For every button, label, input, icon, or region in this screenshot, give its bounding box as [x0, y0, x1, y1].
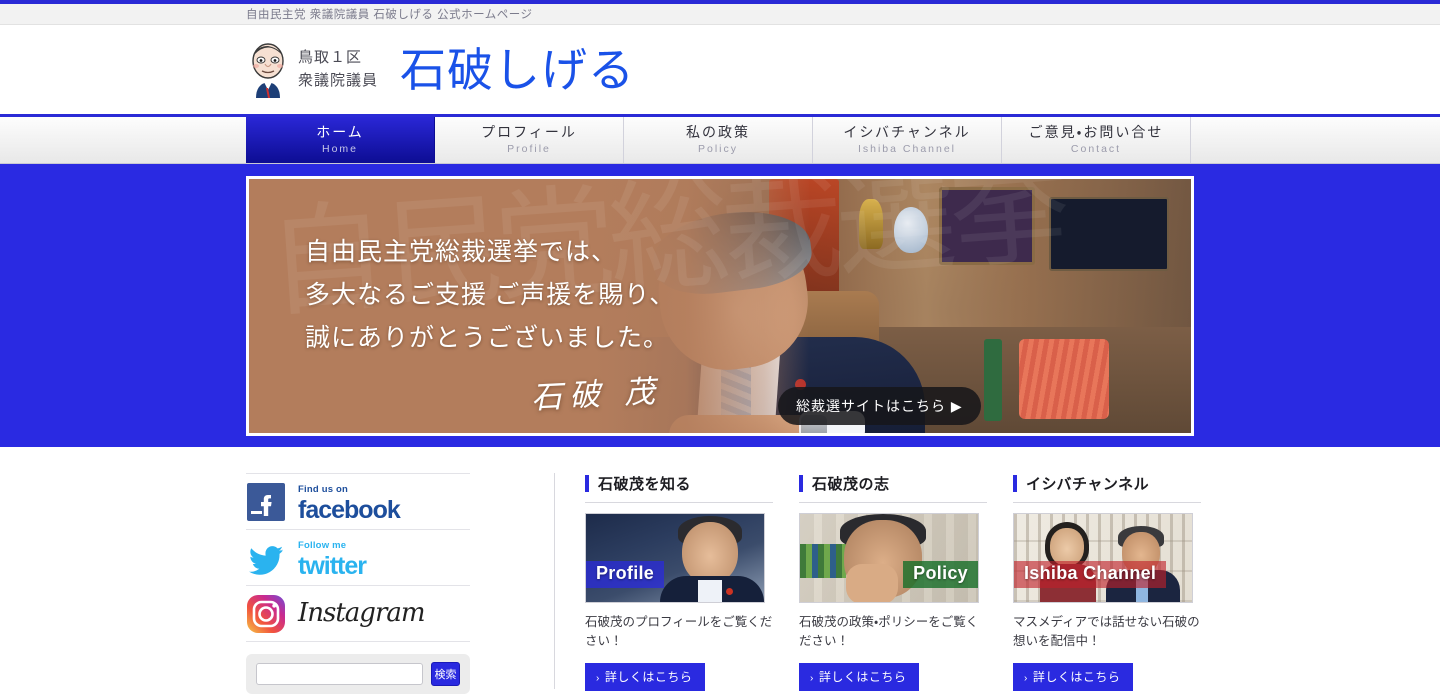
- feature-card-profile: 石破茂を知る Profile 石破茂のプロフィールをご覧ください！ › 詳しくはこ…: [585, 473, 773, 691]
- feature-card-channel-title: イシバチャンネル: [1013, 473, 1201, 503]
- twitter-label: twitter: [298, 551, 367, 580]
- site-tagline: 自由民主党 衆議院議員 石破しげる 公式ホームページ: [246, 9, 533, 21]
- facebook-label: facebook: [298, 495, 401, 524]
- hero-message: 自由民主党総裁選挙では、 多大なるご支援 ご声援を賜り、 誠にありがとうございま…: [305, 231, 675, 360]
- nav-spacer-right: [1191, 117, 1440, 163]
- social-links-list: Find us on facebook Follow me twitter In…: [246, 473, 470, 642]
- feature-card-profile-title: 石破茂を知る: [585, 473, 773, 503]
- feature-card-profile-description: 石破茂のプロフィールをご覧ください！: [585, 615, 773, 649]
- nav-item-profile-sublabel: Profile: [507, 142, 551, 155]
- hero-message-line-1: 自由民主党総裁選挙では、: [305, 238, 618, 266]
- page-title: 石破しげる: [400, 43, 636, 96]
- feature-card-profile-button-label: 詳しくはこちら: [604, 669, 693, 684]
- feature-card-profile-title-text: 石破茂を知る: [598, 476, 692, 493]
- nav-item-contact-sublabel: Contact: [1070, 142, 1122, 155]
- search-input[interactable]: [256, 663, 423, 685]
- politician-caricature-icon: [246, 42, 290, 98]
- nav-item-home-label: ホーム: [316, 124, 364, 141]
- brand-position: 衆議院議員: [298, 71, 379, 89]
- twitter-bird-icon: [246, 538, 286, 578]
- title-accent-bar: [1013, 475, 1017, 492]
- nav-item-home[interactable]: ホーム Home: [246, 117, 435, 163]
- feature-card-policy-description: 石破茂の政策・ポリシーをご覧ください！: [799, 615, 979, 649]
- hero-signature: 石破 茂: [530, 373, 663, 416]
- nav-item-profile-label: プロフィール: [481, 124, 577, 141]
- feature-card-channel-title-text: イシバチャンネル: [1026, 476, 1150, 493]
- brand-subtitle: 鳥取１区 衆議院議員: [298, 47, 378, 92]
- twitter-kicker: Follow me: [298, 539, 347, 551]
- feature-card-channel-description: マスメディアでは話せない石破の想いを配信中！: [1013, 615, 1200, 649]
- utility-bar: 自由民主党 衆議院議員 石破しげる 公式ホームページ: [0, 4, 1440, 25]
- nav-item-ishiba-channel-sublabel: Ishiba Channel: [857, 142, 957, 155]
- feature-card-policy-button-label: 詳しくはこちら: [818, 669, 907, 684]
- chevron-right-icon: ›: [1024, 672, 1028, 684]
- feature-card-channel-thumb-label: Ishiba Channel: [1014, 561, 1167, 588]
- nav-item-ishiba-channel-label: イシバチャンネル: [843, 124, 971, 141]
- feature-card-policy-thumb-label: Policy: [903, 561, 978, 588]
- nav-item-contact[interactable]: ご意見・お問い合せ Contact: [1002, 117, 1191, 163]
- hero-frame[interactable]: 自民党総裁選挙 自由民主党総裁選挙では、 多大なるご支援 ご声援を賜り、 誠にあ…: [246, 175, 1194, 436]
- feature-card-channel-button[interactable]: › 詳しくはこちら: [1013, 662, 1134, 691]
- feature-card-channel-thumbnail[interactable]: Ishiba Channel: [1013, 513, 1193, 603]
- feature-card-channel: イシバチャンネル Ishiba Channel マスメディアでは話せない石破の想…: [1013, 473, 1201, 691]
- search-button[interactable]: 検索: [431, 662, 460, 686]
- feature-card-policy-thumbnail[interactable]: Policy: [799, 513, 979, 603]
- social-link-facebook-text: Find us on facebook: [298, 480, 401, 524]
- nav-item-policy-sublabel: Policy: [697, 142, 738, 155]
- site-header: 鳥取１区 衆議院議員 石破しげる: [0, 25, 1440, 117]
- feature-card-channel-button-label: 詳しくはこちら: [1032, 669, 1121, 684]
- feature-card-policy: 石破茂の志 Policy 石破茂の政策・ポリシーをご覧ください！ › 詳しくはこち…: [799, 473, 987, 691]
- sidebar: Find us on facebook Follow me twitter In…: [246, 473, 555, 694]
- social-link-instagram-text: Instagram: [298, 597, 426, 628]
- hero-message-line-3: 誠にありがとうございました。: [305, 324, 670, 352]
- nav-item-ishiba-channel[interactable]: イシバチャンネル Ishiba Channel: [813, 117, 1002, 163]
- social-link-twitter[interactable]: Follow me twitter: [246, 530, 470, 586]
- nav-spacer-left: [0, 117, 246, 163]
- hero-banner: 自民党総裁選挙 自由民主党総裁選挙では、 多大なるご支援 ご声援を賜り、 誠にあ…: [0, 164, 1440, 447]
- main-content: Find us on facebook Follow me twitter In…: [0, 447, 1440, 694]
- nav-item-contact-label: ご意見・お問い合せ: [1028, 124, 1164, 141]
- facebook-icon: [246, 482, 286, 522]
- social-link-twitter-text: Follow me twitter: [298, 536, 367, 580]
- hero-cta-button[interactable]: 総裁選サイトはこちら ▶: [778, 386, 981, 425]
- hero-message-line-2: 多大なるご支援 ご声援を賜り、: [305, 281, 676, 309]
- feature-card-profile-button[interactable]: › 詳しくはこちら: [585, 662, 706, 691]
- nav-item-profile[interactable]: プロフィール Profile: [435, 117, 624, 163]
- feature-card-profile-thumb-label: Profile: [586, 561, 665, 588]
- facebook-kicker: Find us on: [298, 483, 349, 495]
- global-nav: ホーム Home プロフィール Profile 私の政策 Policy イシバチ…: [0, 117, 1440, 164]
- feature-card-policy-button[interactable]: › 詳しくはこちら: [799, 662, 920, 691]
- title-accent-bar: [799, 475, 803, 492]
- chevron-right-icon: ›: [810, 672, 814, 684]
- nav-item-policy-label: 私の政策: [686, 124, 750, 141]
- instagram-label: Instagram: [298, 597, 426, 628]
- instagram-icon: [246, 594, 286, 634]
- feature-card-policy-title-text: 石破茂の志: [812, 476, 890, 493]
- site-search: 検索: [246, 654, 470, 694]
- feature-card-policy-title: 石破茂の志: [799, 473, 987, 503]
- social-link-facebook[interactable]: Find us on facebook: [246, 474, 470, 530]
- brand-logo[interactable]: 鳥取１区 衆議院議員 石破しげる: [246, 42, 635, 98]
- title-accent-bar: [585, 475, 589, 492]
- feature-card-profile-thumbnail[interactable]: Profile: [585, 513, 765, 603]
- feature-cards: 石破茂を知る Profile 石破茂のプロフィールをご覧ください！ › 詳しくはこ…: [555, 473, 1201, 691]
- nav-item-home-sublabel: Home: [321, 142, 358, 155]
- brand-district: 鳥取１区: [298, 49, 363, 66]
- nav-item-policy[interactable]: 私の政策 Policy: [624, 117, 813, 163]
- social-link-instagram[interactable]: Instagram: [246, 586, 470, 642]
- chevron-right-icon: ›: [596, 672, 600, 684]
